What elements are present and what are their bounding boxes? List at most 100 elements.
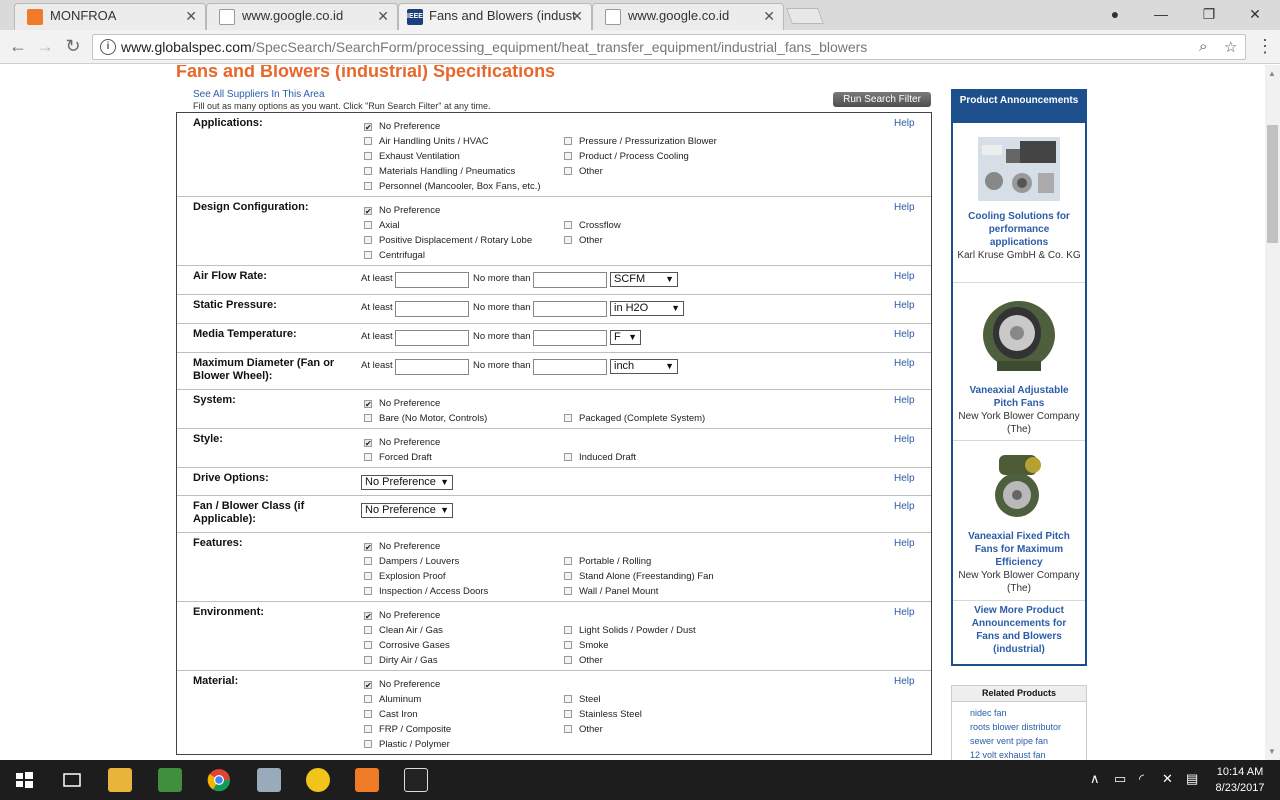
checkbox-option[interactable]: Exhaust Ventilation	[364, 151, 460, 162]
chevron-up-icon[interactable]: ∧	[1090, 771, 1100, 787]
checkbox-option[interactable]: Wall / Panel Mount	[564, 586, 658, 597]
checkbox-option[interactable]: Dampers / Louvers	[364, 556, 459, 567]
help-link[interactable]: Help	[894, 118, 915, 129]
network-app-icon[interactable]	[257, 768, 281, 792]
cooling-products-image[interactable]	[978, 137, 1060, 201]
checkbox-option[interactable]: Bare (No Motor, Controls)	[364, 413, 487, 424]
checkbox-option[interactable]: Other	[564, 724, 603, 735]
min-input[interactable]	[395, 330, 469, 346]
checkbox-option[interactable]: Materials Handling / Pneumatics	[364, 166, 515, 177]
related-link[interactable]: nidec fan	[952, 706, 1086, 720]
checkbox-no-preference[interactable]: ✔ No Preference	[364, 541, 440, 552]
checkbox-option[interactable]: Pressure / Pressurization Blower	[564, 136, 717, 147]
close-icon[interactable]: ✕	[571, 4, 583, 28]
chrome-icon[interactable]	[207, 768, 231, 792]
max-input[interactable]	[533, 359, 607, 375]
checkbox-no-preference[interactable]: ✔ No Preference	[364, 398, 440, 409]
checkbox-option[interactable]: Packaged (Complete System)	[564, 413, 705, 424]
new-tab-button[interactable]	[786, 8, 824, 24]
bookmark-star-icon[interactable]: ☆	[1224, 38, 1237, 56]
zoom-icon[interactable]: ⌕	[1199, 38, 1207, 55]
checkbox-option[interactable]: Other	[564, 166, 603, 177]
notifications-icon[interactable]: ▤	[1186, 771, 1198, 787]
checkbox-no-preference[interactable]: ✔ No Preference	[364, 205, 440, 216]
min-input[interactable]	[395, 301, 469, 317]
help-link[interactable]: Help	[894, 676, 915, 687]
max-input[interactable]	[533, 272, 607, 288]
reload-icon[interactable]: ↻	[61, 35, 85, 59]
checkbox-no-preference[interactable]: ✔ No Preference	[364, 437, 440, 448]
drive-options-select[interactable]: No Preference ▼	[361, 475, 453, 490]
checkbox-option[interactable]: Dirty Air / Gas	[364, 655, 438, 666]
scrollbar-thumb[interactable]	[1267, 125, 1278, 243]
scroll-down-icon[interactable]: ▼	[1268, 747, 1276, 756]
task-view-icon[interactable]	[60, 768, 84, 792]
checkbox-option[interactable]: Stand Alone (Freestanding) Fan	[564, 571, 714, 582]
help-link[interactable]: Help	[894, 395, 915, 406]
unit-select[interactable]: in H2O ▼	[610, 301, 684, 316]
page-scrollbar[interactable]: ▲ ▼	[1265, 65, 1280, 760]
related-link[interactable]: 12 volt exhaust fan	[952, 748, 1086, 760]
unit-select[interactable]: F ▼	[610, 330, 641, 345]
checkbox-option[interactable]: Portable / Rolling	[564, 556, 651, 567]
max-input[interactable]	[533, 330, 607, 346]
checkbox-option[interactable]: Other	[564, 235, 603, 246]
checkbox-option[interactable]: Stainless Steel	[564, 709, 642, 720]
checkbox-option[interactable]: Crossflow	[564, 220, 621, 231]
announcement-item[interactable]: Vaneaxial Fixed Pitch Fans for Maximum E…	[953, 441, 1085, 601]
checkbox-option[interactable]: Light Solids / Powder / Dust	[564, 625, 696, 636]
info-icon[interactable]: i	[100, 39, 116, 55]
tab-google-2[interactable]: www.google.co.id ✕	[592, 3, 784, 30]
checkbox-option[interactable]: Corrosive Gases	[364, 640, 450, 651]
help-link[interactable]: Help	[894, 607, 915, 618]
checkbox-option[interactable]: Inspection / Access Doors	[364, 586, 488, 597]
forward-icon[interactable]: →	[33, 35, 57, 59]
checkbox-option[interactable]: Personnel (Mancooler, Box Fans, etc.)	[364, 181, 541, 192]
checkbox-no-preference[interactable]: ✔ No Preference	[364, 610, 440, 621]
min-input[interactable]	[395, 359, 469, 375]
see-all-suppliers-link[interactable]: See All Suppliers In This Area	[193, 89, 325, 100]
adjustable-pitch-fan-image[interactable]	[977, 295, 1061, 373]
checkbox-no-preference[interactable]: ✔ No Preference	[364, 121, 440, 132]
close-window-button[interactable]: ✕	[1232, 0, 1278, 30]
tab-google-1[interactable]: www.google.co.id ✕	[206, 3, 398, 30]
checkbox-option[interactable]: Smoke	[564, 640, 609, 651]
unit-select[interactable]: inch ▼	[610, 359, 678, 374]
close-icon[interactable]: ✕	[763, 4, 775, 28]
profile-icon[interactable]: ●	[1092, 0, 1138, 30]
related-link[interactable]: sewer vent pipe fan	[952, 734, 1086, 748]
fan-class-select[interactable]: No Preference ▼	[361, 503, 453, 518]
photos-icon[interactable]	[404, 768, 428, 792]
checkbox-option[interactable]: Centrifugal	[364, 250, 425, 261]
help-link[interactable]: Help	[894, 501, 915, 512]
help-link[interactable]: Help	[894, 271, 915, 282]
help-link[interactable]: Help	[894, 358, 915, 369]
file-explorer-icon[interactable]	[108, 768, 132, 792]
spreadsheet-app-icon[interactable]	[158, 768, 182, 792]
back-icon[interactable]: ←	[6, 35, 30, 59]
checkbox-option[interactable]: Explosion Proof	[364, 571, 446, 582]
media-app-icon[interactable]	[306, 768, 330, 792]
help-link[interactable]: Help	[894, 538, 915, 549]
url-text[interactable]: www.globalspec.com/SpecSearch/SearchForm…	[121, 39, 867, 55]
system-clock[interactable]: 10:14 AM 8/23/2017	[1208, 764, 1272, 796]
checkbox-option[interactable]: Induced Draft	[564, 452, 636, 463]
help-link[interactable]: Help	[894, 434, 915, 445]
windows-start-icon[interactable]	[12, 768, 36, 792]
address-bar[interactable]: i www.globalspec.com/SpecSearch/SearchFo…	[92, 34, 1246, 60]
related-link[interactable]: roots blower distributor	[952, 720, 1086, 734]
fixed-pitch-fan-image[interactable]	[989, 453, 1049, 521]
checkbox-option[interactable]: Forced Draft	[364, 452, 432, 463]
run-search-filter-button[interactable]: Run Search Filter	[833, 92, 931, 107]
help-link[interactable]: Help	[894, 473, 915, 484]
close-icon[interactable]: ✕	[377, 4, 389, 28]
xampp-icon[interactable]	[355, 768, 379, 792]
checkbox-option[interactable]: Plastic / Polymer	[364, 739, 450, 750]
checkbox-no-preference[interactable]: ✔ No Preference	[364, 679, 440, 690]
menu-icon[interactable]: ⋮	[1256, 35, 1274, 57]
help-link[interactable]: Help	[894, 329, 915, 340]
checkbox-option[interactable]: Cast Iron	[364, 709, 418, 720]
announcement-item[interactable]: Cooling Solutions for performance applic…	[953, 123, 1085, 283]
min-input[interactable]	[395, 272, 469, 288]
max-input[interactable]	[533, 301, 607, 317]
